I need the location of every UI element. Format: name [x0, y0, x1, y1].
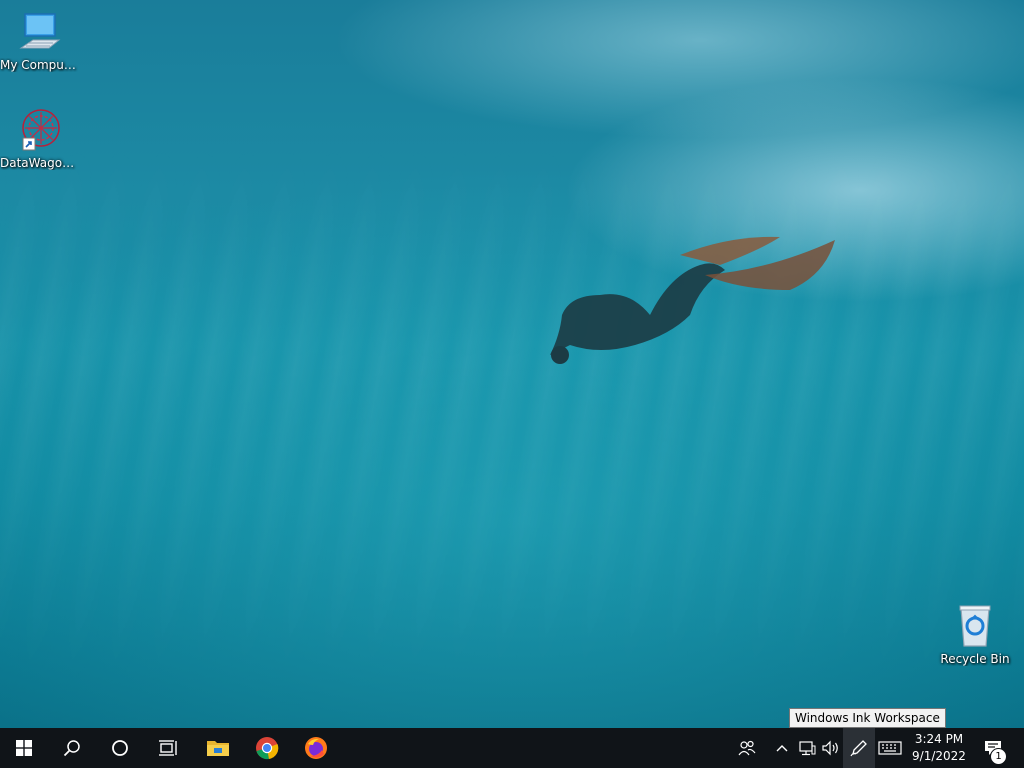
tooltip: Windows Ink Workspace: [789, 708, 946, 728]
desktop[interactable]: My Computer DataWagon... Recycle Bin Win…: [0, 0, 1024, 768]
firefox-button[interactable]: [292, 728, 340, 768]
people-icon: [738, 740, 756, 756]
keyboard-icon: [878, 741, 902, 755]
pen-icon: [850, 740, 867, 757]
datawagon-icon: [15, 106, 63, 154]
taskbar-clock[interactable]: 3:24 PM 9/1/2022: [906, 731, 972, 765]
desktop-icon-datawagon[interactable]: DataWagon...: [0, 106, 78, 170]
volume-icon: [822, 740, 838, 756]
desktop-icon-my-computer[interactable]: My Computer: [0, 8, 78, 72]
volume-button[interactable]: [820, 728, 842, 768]
touch-keyboard-button[interactable]: [876, 728, 904, 768]
wallpaper-light-rays: [0, 0, 1024, 728]
show-hidden-icons-button[interactable]: [772, 728, 792, 768]
task-view-icon: [159, 740, 177, 756]
search-button[interactable]: [48, 728, 96, 768]
recycle-bin-icon: [951, 602, 999, 650]
start-button[interactable]: [0, 728, 48, 768]
cortana-icon: [112, 740, 128, 756]
clock-date: 9/1/2022: [912, 749, 966, 763]
my-computer-icon: [15, 8, 63, 56]
chrome-icon: [256, 737, 279, 760]
file-explorer-icon: [207, 741, 229, 756]
task-view-button[interactable]: [144, 728, 192, 768]
desktop-icon-recycle-bin[interactable]: Recycle Bin: [936, 602, 1014, 666]
file-explorer-button[interactable]: [194, 728, 242, 768]
chevron-up-icon: [776, 745, 788, 752]
desktop-icon-label: Recycle Bin: [940, 652, 1010, 666]
firefox-icon: [305, 737, 327, 759]
people-button[interactable]: [734, 728, 760, 768]
wallpaper-swimmer: [550, 236, 835, 364]
cortana-button[interactable]: [96, 728, 144, 768]
search-icon: [63, 740, 80, 757]
chrome-button[interactable]: [243, 728, 291, 768]
windows-logo-icon: [16, 740, 32, 756]
network-button[interactable]: [796, 728, 818, 768]
notification-count-badge: 1: [990, 748, 1007, 765]
desktop-icon-label: DataWagon...: [0, 156, 78, 170]
windows-ink-workspace-button[interactable]: [843, 728, 875, 768]
desktop-icon-label: My Computer: [0, 58, 78, 72]
taskbar: 3:24 PM 9/1/2022 1: [0, 728, 1024, 768]
network-icon: [799, 741, 816, 756]
clock-time: 3:24 PM: [914, 732, 964, 746]
